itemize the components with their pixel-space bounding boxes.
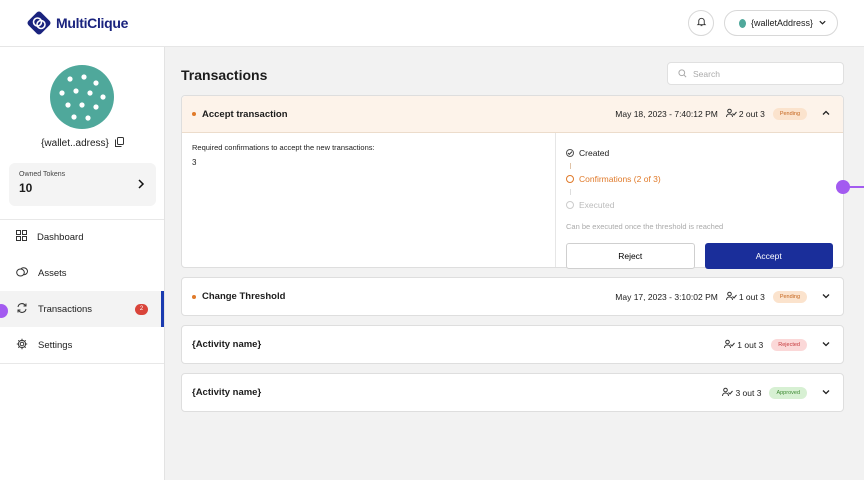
signers-icon	[724, 339, 736, 351]
sidebar-item-label: Dashboard	[37, 231, 84, 243]
step-created: Created	[566, 143, 833, 163]
status-badge: Pending	[772, 108, 807, 120]
transaction-header[interactable]: {Activity name} 3 out 3 Approved	[182, 374, 843, 411]
owned-tokens-value: 10	[19, 181, 33, 195]
page-title: Transactions	[181, 67, 268, 83]
details-right: Created Confirmations (2 of 3) Executed …	[556, 133, 843, 269]
status-badge: Approved	[769, 386, 807, 399]
status-dot	[192, 294, 196, 299]
confirmations-text: 1 out 3	[737, 339, 764, 350]
collapse-button[interactable]	[819, 107, 833, 121]
cursor-trail	[848, 186, 864, 188]
confirmations-count: 1 out 3	[724, 339, 763, 351]
signers-icon	[722, 387, 734, 399]
transaction-card[interactable]: Change Threshold May 17, 2023 - 3:10:02 …	[181, 277, 844, 316]
signers-icon	[725, 291, 737, 303]
logo-mark-icon	[26, 10, 52, 36]
notification-badge: 2	[135, 303, 148, 315]
check-icon	[566, 149, 574, 157]
sidebar-item-assets[interactable]: Assets	[0, 255, 164, 291]
step-confirmations: Confirmations (2 of 3)	[566, 169, 833, 189]
search-box[interactable]	[667, 62, 844, 85]
status-dot	[192, 112, 196, 116]
transaction-details: Required confirmations to accept the new…	[182, 133, 843, 269]
chevron-down-icon	[818, 18, 827, 29]
bell-icon	[696, 14, 707, 32]
transaction-title: {Activity name}	[192, 339, 262, 350]
search-icon	[678, 65, 687, 83]
transaction-title: Change Threshold	[202, 291, 286, 302]
sidebar-item-label: Settings	[38, 339, 73, 351]
expand-button[interactable]	[819, 290, 833, 304]
confirmations-count: 3 out 3	[722, 387, 761, 399]
transaction-header[interactable]: {Activity name} 1 out 3 Rejected	[182, 326, 843, 363]
circle-icon	[566, 175, 574, 183]
coins-icon	[16, 266, 28, 280]
step-label: Created	[579, 148, 610, 158]
reject-button[interactable]: Reject	[566, 243, 695, 269]
step-label: Executed	[579, 200, 615, 210]
confirmations-text: 2 out 3	[738, 109, 765, 119]
status-badge: Pending	[772, 290, 807, 303]
owned-tokens-label: Owned Tokens	[19, 171, 66, 178]
required-confirmations-value: 3	[192, 158, 197, 167]
required-confirmations-label: Required confirmations to accept the new…	[192, 143, 375, 152]
avatar	[50, 65, 114, 129]
grid-icon	[16, 230, 27, 244]
chevron-up-icon	[821, 108, 831, 120]
circle-icon	[566, 201, 574, 209]
transaction-title: {Activity name}	[192, 387, 262, 398]
transaction-date: May 17, 2023 - 3:10:02 PM	[615, 291, 718, 302]
chevron-down-icon	[821, 339, 831, 351]
transaction-date: May 18, 2023 - 7:40:12 PM	[615, 109, 718, 119]
confirmations-count: 1 out 3	[725, 291, 765, 303]
transaction-header[interactable]: Accept transaction May 18, 2023 - 7:40:1…	[182, 96, 843, 133]
confirmations-text: 3 out 3	[735, 387, 762, 398]
expand-button[interactable]	[819, 338, 833, 352]
sidebar-item-transactions[interactable]: Transactions 2	[0, 291, 164, 327]
sidebar-item-label: Transactions	[38, 303, 93, 315]
app-logo[interactable]: MultiClique	[26, 10, 128, 36]
search-input[interactable]	[693, 68, 833, 79]
accept-button[interactable]: Accept	[704, 243, 833, 269]
chevron-right-icon	[136, 177, 146, 195]
sidebar-item-dashboard[interactable]: Dashboard	[0, 219, 164, 255]
transaction-title: Accept transaction	[202, 108, 288, 120]
details-left: Required confirmations to accept the new…	[182, 133, 556, 267]
divider	[0, 363, 164, 364]
sidebar-item-label: Assets	[38, 267, 67, 279]
confirmations-text: 1 out 3	[738, 291, 765, 302]
confirmations-count: 2 out 3	[725, 108, 765, 120]
wallet-dropdown[interactable]: {walletAddress}	[724, 10, 838, 36]
step-executed: Executed	[566, 195, 833, 215]
refresh-icon	[16, 302, 28, 317]
expand-button[interactable]	[819, 386, 833, 400]
threshold-hint: Can be executed once the threshold is re…	[566, 222, 724, 231]
sidebar-wallet-address: {wallet..adress}	[41, 138, 109, 149]
chevron-down-icon	[821, 291, 831, 303]
sidebar-wallet: {wallet..adress}	[0, 137, 165, 150]
sidebar: {wallet..adress} Owned Tokens 10 Dashboa…	[0, 47, 165, 480]
transaction-card[interactable]: {Activity name} 3 out 3 Approved	[181, 373, 844, 412]
signers-icon	[725, 108, 737, 120]
top-header: MultiClique {walletAddress}	[0, 0, 864, 47]
owned-tokens-card[interactable]: Owned Tokens 10	[9, 163, 156, 206]
gear-icon	[16, 338, 28, 353]
status-badge: Rejected	[771, 338, 807, 351]
transaction-card: Accept transaction May 18, 2023 - 7:40:1…	[181, 95, 844, 269]
copy-icon[interactable]	[114, 137, 124, 150]
chevron-down-icon	[821, 387, 831, 399]
transaction-header[interactable]: Change Threshold May 17, 2023 - 3:10:02 …	[182, 278, 843, 315]
sidebar-item-settings[interactable]: Settings	[0, 327, 164, 363]
logo-text: MultiClique	[56, 15, 129, 31]
wallet-address: {walletAddress}	[750, 18, 813, 28]
step-label: Confirmations (2 of 3)	[579, 174, 661, 184]
notifications-button[interactable]	[688, 10, 714, 36]
transaction-card[interactable]: {Activity name} 1 out 3 Rejected	[181, 325, 844, 364]
wallet-status-dot	[739, 18, 746, 28]
